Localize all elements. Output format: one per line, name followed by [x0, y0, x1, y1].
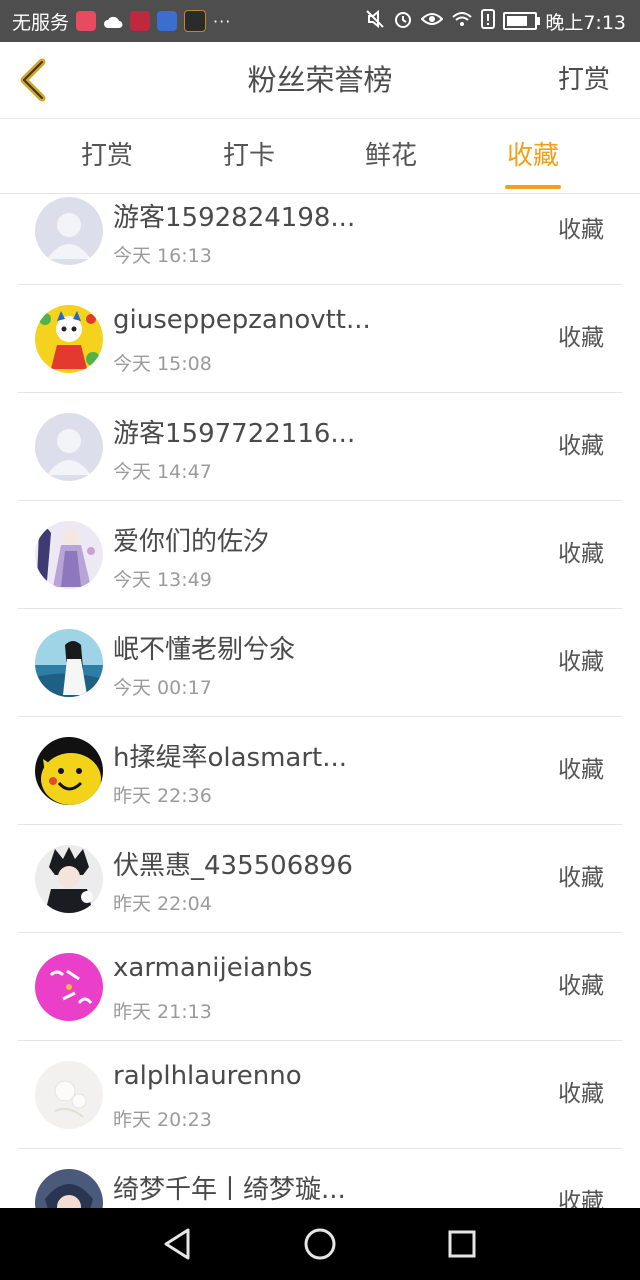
nav-back-icon[interactable] [158, 1224, 198, 1264]
mute-icon [365, 9, 385, 33]
user-name: 伏黑惠_435506896 [113, 851, 353, 881]
pink-text-avatar[interactable] [35, 953, 103, 1021]
tab-label: 打赏 [80, 141, 133, 171]
favorite-label: 收藏 [558, 865, 604, 891]
more-notifications-icon: ··· [213, 11, 232, 31]
user-name: giuseppepzanovtt... [113, 305, 371, 335]
huawei-app-icon [130, 11, 151, 31]
carrier-label: 无服务 [12, 11, 70, 34]
cloud-icon [103, 14, 123, 28]
timestamp: 昨天 20:23 [113, 1109, 212, 1131]
cartoon-cat-avatar[interactable] [35, 305, 103, 373]
list-item[interactable]: h揉缇率olasmart... 昨天 22:36 收藏 [18, 717, 622, 825]
list-item[interactable]: ralplhlaurenno 昨天 20:23 收藏 [18, 1041, 622, 1149]
timestamp: 昨天 21:13 [113, 1001, 212, 1023]
active-tab-indicator [505, 185, 561, 189]
tab-label: 鲜花 [364, 141, 417, 171]
status-left: 无服务 ··· [12, 0, 231, 42]
timestamp: 今天 14:47 [113, 461, 212, 483]
favorite-label: 收藏 [558, 1189, 604, 1208]
list-item[interactable]: 游客1592824198... 今天 16:13 收藏 [18, 193, 622, 285]
tab-flowers[interactable]: 鲜花 [320, 119, 462, 193]
fan-list-content: 游客1592824198... 今天 16:13 收藏 giuseppepzan… [0, 193, 640, 1208]
tab-reward[interactable]: 打赏 [36, 119, 178, 193]
list-item[interactable]: 爱你们的佐汐 今天 13:49 收藏 [18, 501, 622, 609]
list-item[interactable]: giuseppepzanovtt... 今天 15:08 收藏 [18, 285, 622, 393]
girl-seaside-avatar[interactable] [35, 629, 103, 697]
favorite-label: 收藏 [558, 649, 604, 675]
user-name: 游客1597722116... [113, 419, 356, 449]
wifi-icon [451, 9, 473, 33]
favorite-label: 收藏 [558, 541, 604, 567]
user-name: 爱你们的佐汐 [113, 527, 270, 557]
favorite-label: 收藏 [558, 1081, 604, 1107]
eye-icon [420, 9, 444, 33]
alarm-icon [393, 9, 413, 33]
tab-label: 收藏 [506, 141, 559, 171]
nav-home-icon[interactable] [300, 1224, 340, 1264]
default-user-icon[interactable] [35, 413, 103, 481]
favorite-label: 收藏 [558, 325, 604, 351]
list-item[interactable]: 伏黑惠_435506896 昨天 22:04 收藏 [18, 825, 622, 933]
page-title: 粉丝荣誉榜 [247, 63, 393, 97]
yellow-pikachu-avatar[interactable] [35, 737, 103, 805]
blue-app-icon [157, 11, 178, 31]
tab-bar: 打赏 打卡 鲜花 收藏 [0, 119, 640, 194]
favorite-label: 收藏 [558, 973, 604, 999]
timestamp: 今天 13:49 [113, 569, 212, 591]
favorite-label: 收藏 [558, 433, 604, 459]
favorite-label: 收藏 [558, 217, 604, 243]
clock-time: 晚上7:13 [545, 11, 626, 34]
favorite-label: 收藏 [558, 757, 604, 783]
user-name: h揉缇率olasmart... [113, 743, 348, 773]
list-item[interactable]: 游客1597722116... 今天 14:47 收藏 [18, 393, 622, 501]
status-right: 晚上7:13 [365, 0, 626, 42]
user-name: ralplhlaurenno [113, 1061, 302, 1091]
fan-list[interactable]: 游客1592824198... 今天 16:13 收藏 giuseppepzan… [0, 193, 640, 1208]
reward-button[interactable]: 打赏 [558, 42, 610, 118]
user-name: 岷不懂老剔兮氽 [113, 635, 296, 665]
system-nav-bar [0, 1208, 640, 1280]
anime-boy-avatar[interactable] [35, 845, 103, 913]
nav-recents-icon[interactable] [442, 1224, 482, 1264]
anime-character-avatar[interactable] [35, 1169, 103, 1208]
tab-checkin[interactable]: 打卡 [178, 119, 320, 193]
status-bar: 无服务 ··· 晚上7:13 [0, 0, 640, 42]
user-name: xarmanijeianbs [113, 953, 313, 983]
list-item[interactable]: xarmanijeianbs 昨天 21:13 收藏 [18, 933, 622, 1041]
white-flower-avatar[interactable] [35, 1061, 103, 1129]
user-name: 游客1592824198... [113, 203, 356, 233]
timestamp: 今天 15:08 [113, 353, 212, 375]
tab-favorites[interactable]: 收藏 [462, 119, 604, 193]
battery-icon [503, 12, 541, 30]
sim-alert-icon [481, 9, 496, 33]
timestamp: 昨天 22:36 [113, 785, 212, 807]
timestamp: 今天 16:13 [113, 245, 212, 267]
list-item[interactable]: 岷不懂老剔兮氽 今天 00:17 收藏 [18, 609, 622, 717]
timestamp: 昨天 22:04 [113, 893, 212, 915]
girl-dress-avatar[interactable] [35, 521, 103, 589]
video-app-icon [76, 11, 97, 31]
default-user-icon[interactable] [35, 197, 103, 265]
list-item[interactable]: 绮梦千年丨绮梦璇... 收藏 [18, 1149, 622, 1208]
timestamp: 今天 00:17 [113, 677, 212, 699]
game-app-icon [184, 10, 207, 32]
top-app-bar: 粉丝荣誉榜 打赏 [0, 42, 640, 119]
user-name: 绮梦千年丨绮梦璇... [113, 1175, 346, 1205]
tab-label: 打卡 [222, 141, 275, 171]
